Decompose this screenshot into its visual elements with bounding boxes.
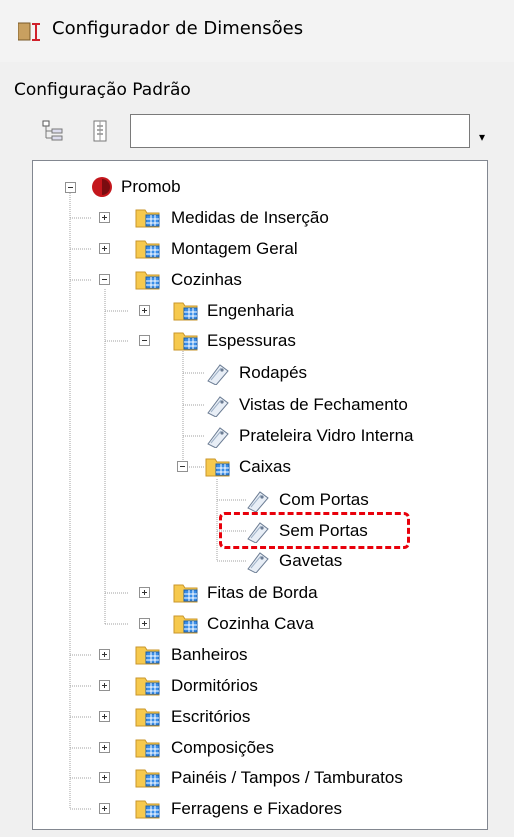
- expand-icon[interactable]: [99, 649, 110, 660]
- tree-toolbar: ▾: [32, 110, 488, 154]
- tree-item-label: Painéis / Tampos / Tamburatos: [171, 768, 403, 787]
- expand-icon[interactable]: [99, 803, 110, 814]
- folder-open-table-icon: [135, 271, 160, 290]
- tree-item-label: Gavetas: [279, 551, 343, 570]
- expand-icon[interactable]: [99, 680, 110, 691]
- tree-item-label: Caixas: [239, 457, 291, 476]
- tree-item-label: Fitas de Borda: [207, 583, 318, 602]
- tree-item-label: Cozinhas: [171, 270, 242, 289]
- tree-item-label: Engenharia: [207, 301, 294, 320]
- tag-icon: [207, 364, 229, 385]
- tree-item[interactable]: Dormitórios: [171, 672, 258, 700]
- expand-icon[interactable]: [139, 305, 150, 316]
- tree-item[interactable]: Montagem Geral: [171, 235, 298, 263]
- tree-item[interactable]: Prateleira Vidro Interna: [239, 422, 414, 450]
- collapse-icon[interactable]: [99, 274, 110, 285]
- tree-item[interactable]: Banheiros: [171, 641, 248, 669]
- tree-item-label: Com Portas: [279, 490, 369, 509]
- tree-item[interactable]: Vistas de Fechamento: [239, 391, 408, 419]
- tree-view[interactable]: Promob Medidas de Inserção Montagem Gera…: [32, 160, 488, 830]
- expand-tree-icon: [42, 120, 63, 141]
- collapse-promob-icon[interactable]: [65, 182, 76, 193]
- tag-icon: [207, 427, 229, 448]
- tag-icon: [247, 552, 269, 573]
- tree-item-label: Prateleira Vidro Interna: [239, 426, 414, 445]
- tree-item[interactable]: Caixas: [239, 453, 291, 481]
- collapse-icon[interactable]: [177, 461, 188, 472]
- tree-item[interactable]: Gavetas: [279, 547, 342, 575]
- tree-item-label: Ferragens e Fixadores: [171, 799, 343, 818]
- ruler-icon: [18, 22, 40, 41]
- tree-item[interactable]: Cozinhas: [171, 266, 242, 294]
- expand-icon[interactable]: [99, 212, 110, 223]
- tree-item[interactable]: Com Portas: [279, 486, 369, 514]
- tree-item-label: Medidas de Inserção: [171, 208, 329, 227]
- expand-icon[interactable]: [99, 742, 110, 753]
- tree-item-label: Vistas de Fechamento: [239, 395, 408, 414]
- folder-table-icon: [135, 209, 160, 228]
- tree-item-label: Montagem Geral: [171, 239, 298, 258]
- folder-table-icon: [135, 708, 160, 727]
- tree-item[interactable]: Cozinha Cava: [207, 610, 314, 638]
- folder-table-icon: [135, 769, 160, 788]
- expand-icon[interactable]: [139, 618, 150, 629]
- search-input[interactable]: [130, 114, 470, 148]
- expand-tree-button[interactable]: [40, 118, 66, 144]
- tree-item-label: Escritórios: [171, 707, 251, 726]
- window-title: Configurador de Dimensões: [52, 18, 304, 39]
- tag-icon: [247, 491, 269, 512]
- collapse-icon[interactable]: [139, 335, 150, 346]
- folder-table-icon: [173, 615, 198, 634]
- tree-item[interactable]: Engenharia: [207, 297, 294, 325]
- folder-table-icon: [173, 302, 198, 321]
- highlight-annotation: [219, 512, 410, 549]
- tree-item[interactable]: Composições: [171, 734, 274, 762]
- tree-item[interactable]: Ferragens e Fixadores: [171, 795, 342, 823]
- collapse-tree-button[interactable]: [88, 118, 114, 144]
- tree-item-label: Rodapés: [239, 363, 308, 382]
- tag-icon: [207, 396, 229, 417]
- collapse-tree-icon: [93, 120, 107, 142]
- expand-icon[interactable]: [99, 243, 110, 254]
- tree-item-label: Composições: [171, 738, 274, 757]
- tree-item-promob[interactable]: Promob: [121, 173, 181, 201]
- folder-table-icon: [135, 739, 160, 758]
- expand-icon[interactable]: [99, 772, 110, 783]
- tree-item[interactable]: Espessuras: [207, 327, 296, 355]
- folder-open-table-icon: [173, 332, 198, 351]
- tree-item-label: Banheiros: [171, 645, 248, 664]
- tree-item-label: Promob: [121, 177, 181, 196]
- section-label: Configuração Padrão: [14, 80, 191, 100]
- tree-item[interactable]: Escritórios: [171, 703, 250, 731]
- promob-logo-icon: [92, 177, 112, 197]
- folder-table-icon: [135, 646, 160, 665]
- tree-item[interactable]: Rodapés: [239, 359, 307, 387]
- expand-icon[interactable]: [139, 587, 150, 598]
- title-bar: Configurador de Dimensões: [0, 0, 514, 62]
- expand-icon[interactable]: [99, 711, 110, 722]
- tree-item[interactable]: Fitas de Borda: [207, 579, 318, 607]
- folder-open-table-icon: [205, 458, 230, 477]
- folder-table-icon: [135, 240, 160, 259]
- tree-item[interactable]: Medidas de Inserção: [171, 204, 329, 232]
- tree-item-label: Cozinha Cava: [207, 614, 314, 633]
- tree-item-label: Espessuras: [207, 331, 296, 350]
- tree-item[interactable]: Painéis / Tampos / Tamburatos: [171, 764, 403, 792]
- folder-table-icon: [173, 584, 198, 603]
- chevron-down-icon[interactable]: ▾: [479, 130, 485, 144]
- folder-table-icon: [135, 800, 160, 819]
- tree-item-label: Dormitórios: [171, 676, 258, 695]
- folder-table-icon: [135, 677, 160, 696]
